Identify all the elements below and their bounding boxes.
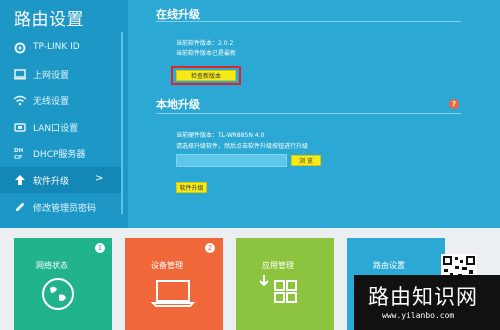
sidebar-item-internet[interactable]: 上网设置 (0, 61, 121, 87)
lan-port-icon (14, 123, 26, 132)
firmware-upgrade-button[interactable]: 软件升级 (176, 182, 207, 193)
sidebar-item-label: TP-LINK ID (33, 42, 80, 52)
main-panel: 在线升级 当前软件版本：2.0.2 当前软件版本已是最新 检查新版本 本地升级 … (128, 0, 500, 228)
notification-badge: 1 (94, 242, 106, 254)
sidebar-item-label: 上网设置 (33, 71, 70, 81)
watermark-text: 路由知识网 (368, 285, 478, 309)
browse-button[interactable]: 浏 览 (291, 155, 321, 166)
notification-badge: 2 (204, 242, 216, 254)
sidebar: 路由设置 TP-LINK ID 上网设置 无线设置 LAN口设置 DH CP D… (0, 0, 128, 228)
chevron-right-icon: > (95, 173, 104, 184)
sidebar-item-label: LAN口设置 (33, 124, 79, 134)
svg-text:DH: DH (14, 148, 24, 154)
apps-grid-icon (259, 275, 297, 303)
sidebar-scrollbar[interactable] (121, 32, 123, 214)
globe-icon (42, 278, 74, 310)
sidebar-item-label: 软件升级 (33, 177, 70, 187)
tile-title: 网络状态 (36, 261, 68, 270)
sidebar-item-admin-password[interactable]: 修改管理员密码 (0, 194, 121, 220)
sidebar-item-wireless[interactable]: 无线设置 (0, 87, 121, 113)
upgrade-status: 当前软件版本已是最新 (176, 50, 237, 57)
gear-icon (14, 42, 26, 54)
hardware-version: 当前硬件版本：TL-WR885N 4.0 (176, 132, 265, 139)
upgrade-instruction: 请选择升级软件，然后点击软件升级按钮进行升级 (176, 143, 309, 150)
online-upgrade-title: 在线升级 (156, 8, 200, 21)
file-path-input[interactable] (176, 154, 287, 167)
tile-title: 应用管理 (262, 261, 294, 270)
local-upgrade-title: 本地升级 (156, 98, 200, 111)
watermark: 路由知识网 www.yilanbo.com (354, 275, 500, 330)
sidebar-item-label: DHCP服务器 (33, 150, 86, 160)
upload-icon (15, 175, 25, 185)
check-update-button[interactable]: 检查新版本 (176, 70, 236, 81)
sidebar-item-tplink-id[interactable]: TP-LINK ID (0, 35, 121, 61)
tile-device-management[interactable]: 设备管理 2 (125, 238, 223, 330)
tile-app-management[interactable]: 应用管理 (236, 238, 334, 330)
dhcp-icon: DH CP (14, 148, 24, 160)
svg-text:CP: CP (14, 155, 22, 160)
section-divider (156, 21, 461, 22)
sidebar-title: 路由设置 (14, 10, 84, 30)
sidebar-item-firmware-upgrade[interactable]: 软件升级 > (0, 167, 121, 193)
tile-title: 设备管理 (151, 261, 183, 270)
monitor-icon (14, 69, 26, 80)
laptop-icon (151, 280, 195, 307)
section-divider (156, 113, 461, 114)
sidebar-item-dhcp[interactable]: DH CP DHCP服务器 (0, 140, 121, 166)
tile-network-status[interactable]: 网络状态 1 (14, 238, 112, 330)
wifi-icon (13, 95, 27, 106)
sidebar-item-label: 无线设置 (33, 97, 70, 107)
watermark-url: www.yilanbo.com (382, 311, 455, 320)
help-icon[interactable]: ? (449, 99, 459, 109)
sidebar-item-label: 修改管理员密码 (33, 204, 97, 214)
current-software-version: 当前软件版本：2.0.2 (176, 40, 234, 47)
pencil-icon (16, 202, 25, 211)
sidebar-item-lan[interactable]: LAN口设置 (0, 114, 121, 140)
tile-title: 路由设置 (373, 261, 405, 270)
